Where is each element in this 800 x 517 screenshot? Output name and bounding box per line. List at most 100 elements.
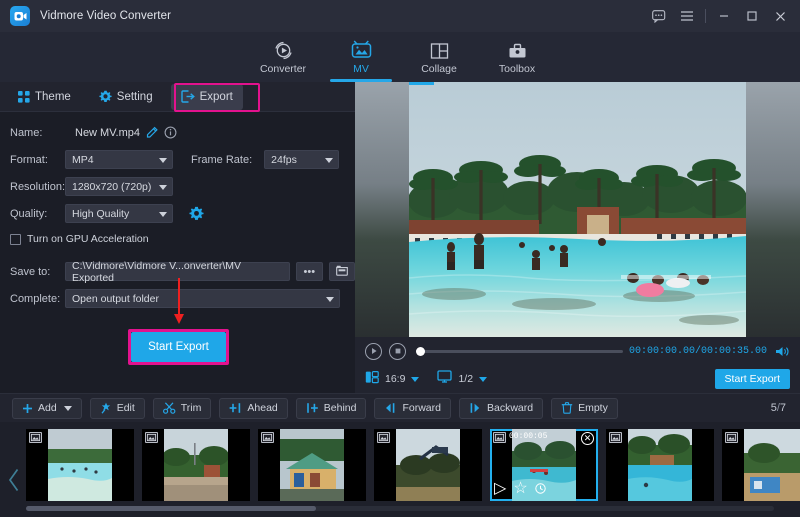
magic-wand-icon [100,402,112,414]
chevron-down-icon [64,406,72,411]
sub-tab-bar: Theme Setting Export [0,82,355,112]
tab-collage[interactable]: Collage [400,32,478,82]
pencil-icon[interactable] [146,126,159,139]
chevron-down-icon [159,212,167,217]
tab-converter-label: Converter [260,63,306,75]
clip-tool-row: ▷ ☆ [494,478,546,498]
start-export-button-secondary[interactable]: Start Export [715,369,790,389]
maximize-button[interactable] [738,0,766,32]
sub-tab-theme[interactable]: Theme [8,84,81,110]
gear-icon [99,90,112,103]
screen-split-selector[interactable]: 1/2 [437,370,487,388]
behind-label: Behind [324,402,357,414]
title-bar: Vidmore Video Converter [0,0,800,32]
aspect-ratio-selector[interactable]: 16:9 [365,370,419,389]
filmstrip-item-6[interactable] [606,429,714,501]
thumbnail-image-4 [396,429,460,501]
browse-button[interactable]: ••• [296,262,323,281]
move-backward-icon [469,402,482,414]
empty-label: Empty [578,402,608,414]
filmstrip-item-7[interactable] [722,429,800,501]
thumbnail-image-6 [628,429,692,501]
chevron-down-icon [159,158,167,163]
start-export-button[interactable]: Start Export [131,332,226,362]
seek-knob[interactable] [416,347,425,356]
collage-icon [429,39,450,61]
complete-select[interactable]: Open output folder [65,289,340,308]
tab-mv[interactable]: MV [322,32,400,82]
thumbnail-image-2 [164,429,228,501]
minimize-button[interactable] [710,0,738,32]
video-preview[interactable] [355,82,800,337]
preview-icon[interactable]: ▷ [494,478,506,498]
play-icon[interactable] [365,343,382,360]
info-icon[interactable] [164,126,177,139]
feedback-button[interactable] [645,0,673,32]
quality-value: High Quality [72,208,129,220]
image-icon [493,432,506,443]
trim-button[interactable]: Trim [153,398,212,419]
stop-icon[interactable] [389,343,406,360]
main-tab-bar: Converter MV Collage Toolbox [0,32,800,82]
sub-tab-export[interactable]: Export [171,84,243,110]
behind-button[interactable]: Behind [296,398,367,419]
filmstrip-scrollbar-thumb[interactable] [26,506,316,511]
seek-bar[interactable] [416,350,623,353]
open-folder-button[interactable] [329,262,355,281]
speaker-icon[interactable] [775,345,790,358]
app-title: Vidmore Video Converter [40,10,171,22]
complete-label: Complete: [10,293,65,305]
image-icon [609,432,622,443]
filmstrip-scrollbar[interactable] [26,506,774,511]
chevron-down-icon [159,185,167,190]
sub-tab-theme-label: Theme [35,91,71,103]
quality-select[interactable]: High Quality [65,204,173,223]
format-select[interactable]: MP4 [65,150,173,169]
gpu-acceleration-checkbox[interactable] [10,234,21,245]
tab-converter[interactable]: Converter [244,32,322,82]
chevron-down-icon [479,377,487,382]
start-export-secondary-label: Start Export [725,373,780,385]
backward-button[interactable]: Backward [459,398,543,419]
filmstrip-item-5[interactable]: 00:00:05 ✕ ▷ ☆ [490,429,598,501]
quality-row: Quality: High Quality [0,201,355,226]
menu-button[interactable] [673,0,701,32]
remove-clip-button[interactable]: ✕ [581,432,594,445]
gpu-acceleration-label: Turn on GPU Acceleration [27,233,149,245]
forward-button[interactable]: Forward [374,398,451,419]
filmstrip-item-2[interactable] [142,429,250,501]
format-row: Format: MP4 Frame Rate: 24fps [0,147,355,172]
clip-filmstrip: 00:00:05 ✕ ▷ ☆ [0,422,800,517]
filmstrip-prev-button[interactable] [6,466,22,494]
add-button[interactable]: Add [12,398,82,419]
ahead-button[interactable]: Ahead [219,398,287,419]
frame-rate-select[interactable]: 24fps [264,150,339,169]
window-controls [645,0,794,32]
filmstrip-item-4[interactable] [374,429,482,501]
backward-label: Backward [487,402,533,414]
resolution-label: Resolution: [10,181,65,193]
player-transport-row: 00:00:00.00/00:00:35.00 [355,337,800,365]
aspect-ratio-icon [365,370,379,389]
arrow-head [174,314,184,324]
tab-toolbox[interactable]: Toolbox [478,32,556,82]
close-button[interactable] [766,0,794,32]
player-options-row: 16:9 1/2 Start Export [355,365,800,393]
sub-tab-setting[interactable]: Setting [89,84,163,110]
resolution-row: Resolution: 1280x720 (720p) [0,174,355,199]
resolution-select[interactable]: 1280x720 (720p) [65,177,173,196]
filmstrip-item-1[interactable] [26,429,134,501]
empty-button[interactable]: Empty [551,398,618,419]
scissors-icon [163,402,176,414]
edit-button[interactable]: Edit [90,398,145,419]
clip-counter: 5/7 [771,402,786,414]
sub-tab-setting-label: Setting [117,91,153,103]
name-value: New MV.mp4 [75,127,140,139]
effect-star-icon[interactable]: ☆ [513,478,527,498]
quality-settings-gear-icon[interactable] [189,206,204,221]
complete-value: Open output folder [72,293,159,305]
filmstrip-item-3[interactable] [258,429,366,501]
duration-clock-icon[interactable] [535,483,546,494]
edit-label: Edit [117,402,135,414]
name-label: Name: [10,127,65,139]
